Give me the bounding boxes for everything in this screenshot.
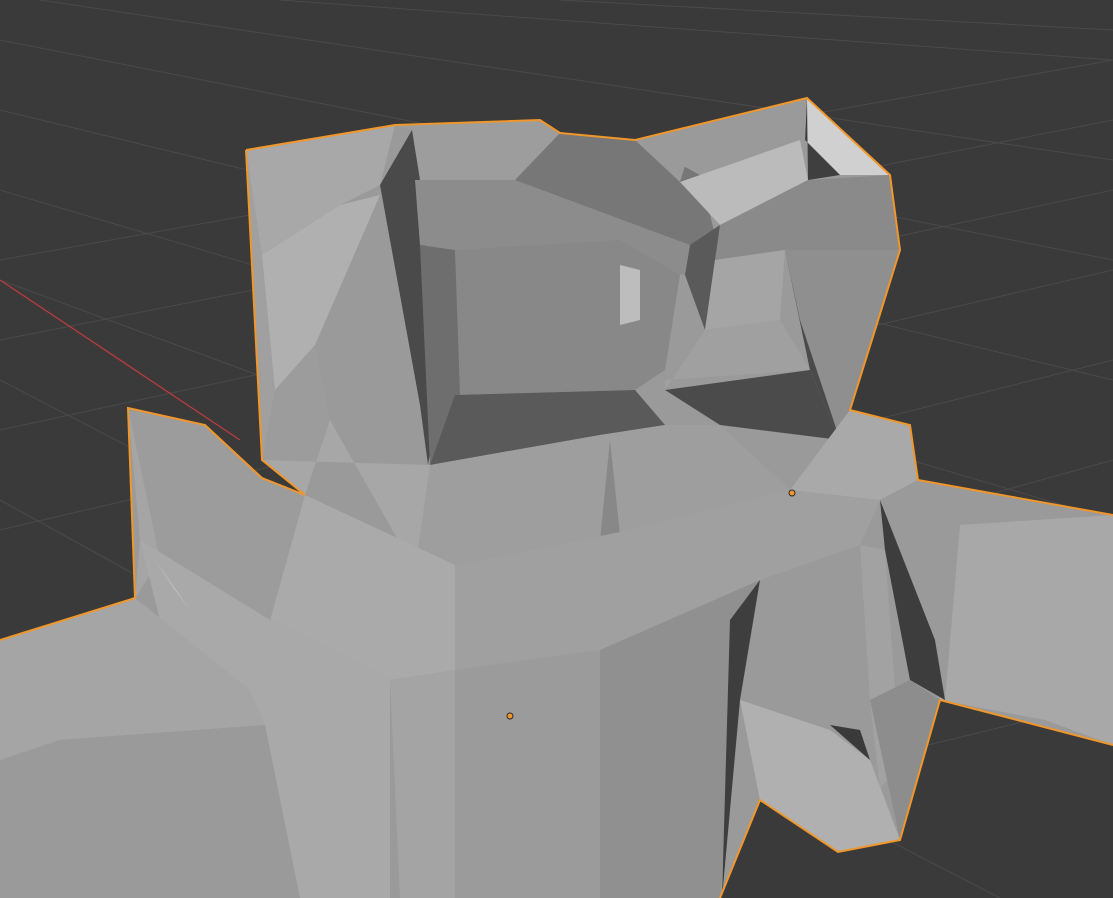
- viewport-canvas[interactable]: [0, 0, 1113, 898]
- object-origin-dot[interactable]: [788, 489, 796, 497]
- object-origin-dot[interactable]: [506, 712, 514, 720]
- 3d-viewport[interactable]: [0, 0, 1113, 898]
- low-poly-mesh[interactable]: [0, 96, 1113, 898]
